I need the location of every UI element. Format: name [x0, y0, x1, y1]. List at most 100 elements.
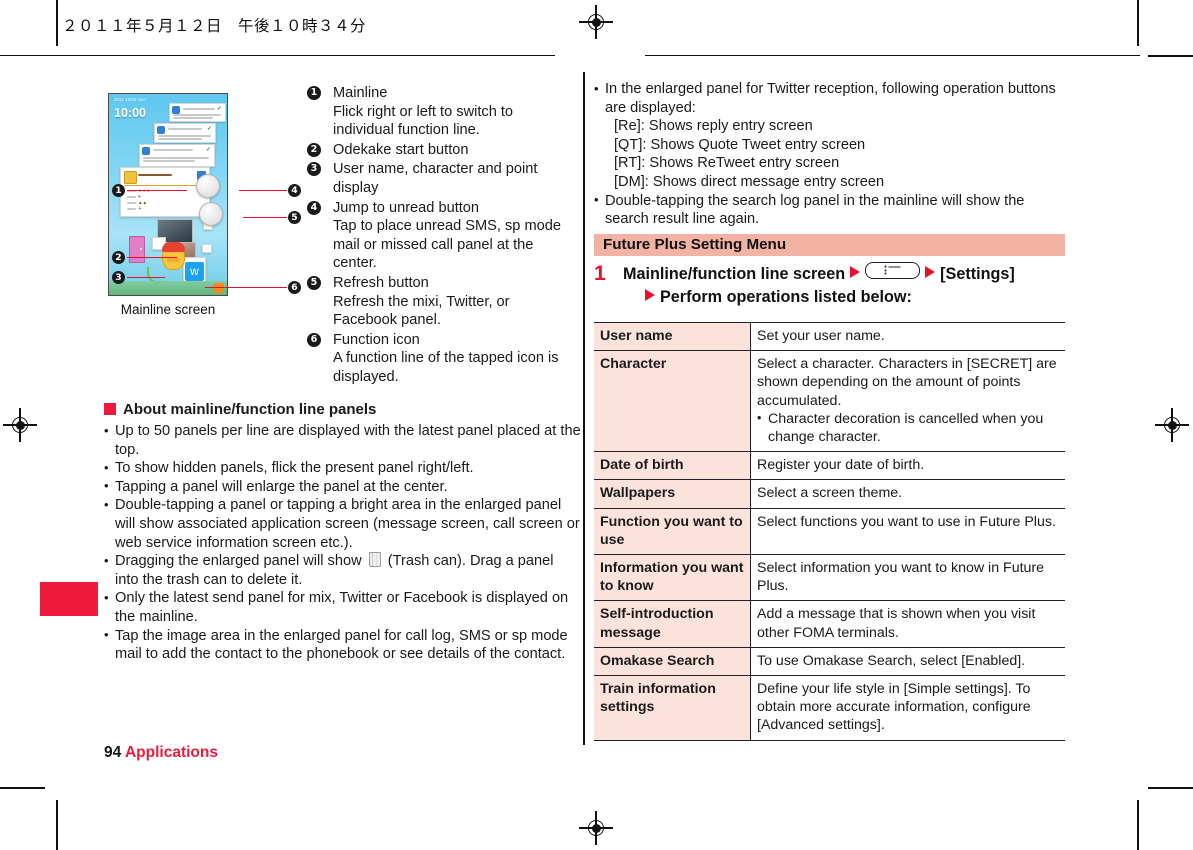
setting-label-wallpapers: Wallpapers: [594, 479, 751, 509]
legend-desc-1: Flick right or left to switch to individ…: [333, 103, 514, 139]
about-bullet-trash: Dragging the enlarged panel will show (T…: [104, 552, 581, 589]
page-number: 94: [104, 744, 122, 761]
legend-item-4: 4 Jump to unread button Tap to place unr…: [307, 199, 577, 273]
legend-item-5: 5 Refresh button Refresh the mixi, Twitt…: [307, 274, 577, 330]
legend-number-4: 4: [307, 200, 321, 215]
panel-user-points: ★★★ ♥ ▲▲ ✦: [120, 167, 210, 217]
callout-number-5: 5: [288, 211, 301, 224]
crop-mark-top-right: [1148, 55, 1193, 57]
callout-number-2: 2: [112, 251, 125, 264]
legend-title-1: Mainline: [333, 85, 388, 101]
menu-list-key-icon[interactable]: [865, 262, 921, 279]
crop-mark-bottom-right: [1148, 787, 1193, 789]
step-line-2: Perform operations listed below:: [640, 286, 1067, 309]
registration-mark-top: [579, 5, 613, 39]
table-row: Information you want to know Select info…: [594, 554, 1065, 602]
callout-number-3: 3: [112, 271, 125, 284]
red-square-icon: [104, 403, 116, 415]
table-row: Wallpapers Select a screen theme.: [594, 479, 1065, 509]
legend-number-3: 3: [307, 162, 321, 177]
setting-desc-self-introduction-message: Add a message that is shown when you vis…: [750, 600, 1065, 648]
table-row: User name Set your user name.: [594, 321, 1065, 352]
setting-desc-omakase-search: To use Omakase Search, select [Enabled].: [750, 647, 1065, 677]
about-panels-heading: About mainline/function line panels: [104, 400, 574, 420]
legend-desc-6: A function line of the tapped icon is di…: [333, 350, 559, 385]
registration-mark-right: [1155, 408, 1189, 442]
setting-desc-user-name: Set your user name.: [750, 321, 1065, 352]
table-row: Function you want to use Select function…: [594, 508, 1065, 556]
crop-mark-vert-top-right: [1137, 0, 1139, 46]
arrow-triangle-icon-1: [850, 266, 861, 278]
step-1: 1 Mainline/function line screen [Settings…: [594, 262, 1067, 309]
about-bullet-4: Double-tapping a panel or tapping a brig…: [104, 496, 581, 552]
about-bullet-3: Tapping a panel will enlarge the panel a…: [104, 477, 581, 497]
setting-label-user-name: User name: [594, 321, 751, 352]
legend-number-1: 1: [307, 86, 321, 100]
phone-date-text: 2011 10/28 Sun: [114, 97, 147, 102]
legend-number-2: 2: [307, 142, 321, 157]
callout-legend-list: 1 Mainline Flick right or left to switch…: [307, 84, 577, 388]
legend-number-6: 6: [307, 332, 321, 347]
table-row: Character Select a character. Characters…: [594, 350, 1065, 453]
mainline-screen-figure: 2011 10/28 Sun 10:00 ✓ ✓ ✓ ♥ ▲▲ ✦ w Main…: [108, 93, 248, 317]
figure-caption: Mainline screen: [120, 302, 216, 317]
panel-news-2: ✓: [154, 123, 216, 143]
legend-item-6: 6 Function icon A function line of the t…: [307, 331, 577, 387]
legend-title-6: Function icon: [333, 331, 420, 348]
callout-leader-2: [127, 257, 177, 259]
setting-desc-character-text: Select a character. Characters in [SECRE…: [757, 356, 1057, 409]
trash-can-icon: [368, 552, 381, 568]
registration-mark-bottom: [579, 811, 613, 845]
crop-mark-bottom-left: [0, 787, 45, 789]
setting-label-information-you-want-to-know: Information you want to know: [594, 554, 751, 602]
about-panels-heading-text: About mainline/function line panels: [123, 401, 377, 418]
setting-desc-wallpapers: Select a screen theme.: [750, 479, 1065, 509]
arrow-triangle-icon-3: [645, 289, 655, 301]
step-text-screen: Mainline/function line screen: [623, 265, 846, 283]
legend-title-2: Odekake start button: [333, 141, 469, 158]
setting-desc-character: Select a character. Characters in [SECRE…: [750, 350, 1065, 453]
search-log-bullet: Double-tapping the search log panel in t…: [594, 191, 1067, 229]
setting-desc-train-information-settings: Define your life style in [Simple settin…: [750, 675, 1065, 741]
callout-leader-5: [243, 217, 287, 219]
setting-label-self-introduction-message: Self-introduction message: [594, 600, 751, 648]
setting-desc-information-you-want-to-know: Select information you want to know in F…: [750, 554, 1065, 602]
manual-page: ２０１１年５月１２日 午後１０時３４分 2011 10/28 Sun 10:00…: [0, 0, 1193, 850]
refresh-button[interactable]: [199, 202, 223, 226]
about-bullet-6: Tap the image area in the enlarged panel…: [104, 626, 581, 664]
setting-desc-function-you-want-to-use: Select functions you want to use in Futu…: [750, 508, 1065, 556]
odekake-start-button[interactable]: [129, 236, 145, 263]
step-number: 1: [594, 262, 606, 285]
crop-mark-vert-bottom-right: [1137, 800, 1139, 850]
setting-label-omakase-search: Omakase Search: [594, 647, 751, 677]
twitter-intro-bullet: In the enlarged panel for Twitter recept…: [594, 80, 1067, 192]
jump-to-unread-button[interactable]: [196, 174, 220, 198]
twitter-line-dm: [DM]: Shows direct message entry screen: [614, 173, 885, 190]
twitter-line-qt: [QT]: Shows Quote Tweet entry screen: [614, 136, 866, 153]
legend-title-3: User name, character and point display: [333, 161, 538, 196]
twitter-function-icon[interactable]: w: [185, 262, 204, 281]
footer-section-name: Applications: [124, 744, 218, 761]
section-header-future-plus: Future Plus Setting Menu: [594, 234, 1065, 256]
callout-leader-3: [127, 277, 165, 279]
about-panels-bullets: Up to 50 panels per line are displayed w…: [104, 421, 581, 664]
step-text-perform: Perform operations listed below:: [660, 288, 912, 306]
step-line-1: Mainline/function line screen [Settings]: [623, 262, 1067, 286]
twitter-panel-bullets: In the enlarged panel for Twitter recept…: [594, 80, 1067, 229]
legend-desc-4: Tap to place unread SMS, sp mode mail or…: [333, 218, 561, 272]
twitter-button-lines: [Re]: Shows reply entry screen [QT]: Sho…: [605, 117, 1067, 191]
setting-desc-date-of-birth: Register your date of birth.: [750, 451, 1065, 481]
phone-screenshot: 2011 10/28 Sun 10:00 ✓ ✓ ✓ ♥ ▲▲ ✦ w: [108, 93, 228, 296]
twitter-line-re: [Re]: Shows reply entry screen: [614, 118, 813, 135]
about-bullet-1: Up to 50 panels per line are displayed w…: [104, 421, 581, 459]
trash-bullet-before: Dragging the enlarged panel will show: [115, 553, 362, 570]
legend-title-5: Refresh button: [333, 274, 429, 291]
arrow-triangle-icon-2: [925, 266, 936, 278]
header-rule: [0, 54, 1193, 56]
phone-clock: 10:00: [114, 106, 146, 120]
legend-item-2: 2 Odekake start button: [307, 141, 577, 160]
panel-news-3: ✓: [139, 144, 215, 167]
legend-title-4: Jump to unread button: [333, 199, 480, 216]
registration-mark-left: [3, 408, 37, 442]
crop-mark-vert-bottom-left: [56, 800, 58, 850]
